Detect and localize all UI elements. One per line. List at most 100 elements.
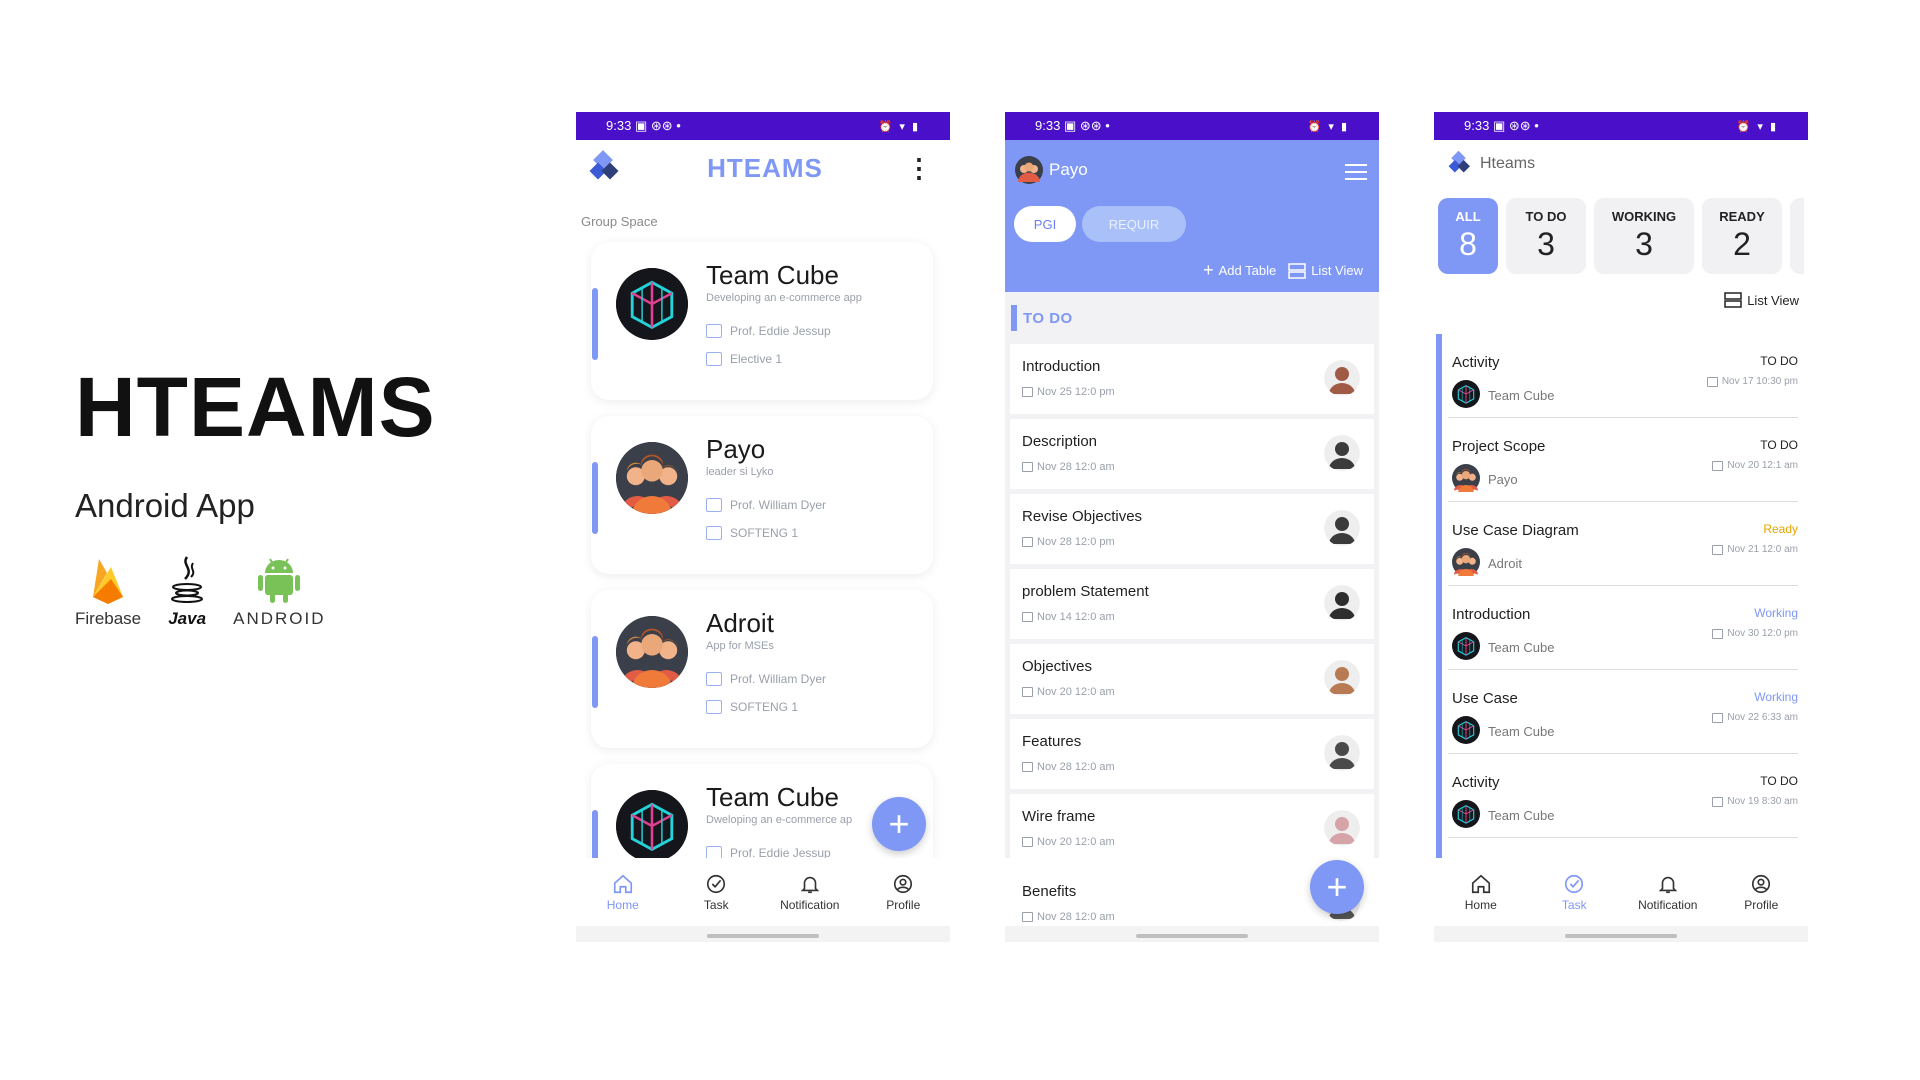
activity-group-name: Team Cube <box>1488 724 1555 739</box>
filter-tile-all[interactable]: ALL 8 <box>1438 198 1498 274</box>
filter-tile-todo[interactable]: TO DO 3 <box>1506 198 1586 274</box>
task-name: Revise Objectives <box>1022 508 1143 525</box>
filter-tile-working[interactable]: WORKING 3 <box>1594 198 1694 274</box>
status-badge: TO DO <box>1760 438 1798 452</box>
hteams-logo-icon[interactable] <box>1446 150 1474 178</box>
group-card[interactable]: Adroit App for MSEs Prof. William Dyer SOFT… <box>591 590 933 748</box>
tile-count: 8 <box>1459 226 1477 262</box>
home-indicator[interactable] <box>1565 934 1677 938</box>
group-name: Adroit <box>706 608 774 638</box>
board-column: TO DO Introduction Nov 25 12:0 pm Descript… <box>1005 292 1379 939</box>
task-date: Nov 20 12:0 am <box>1022 686 1115 698</box>
home-icon <box>613 874 632 893</box>
activity-date: Nov 19 8:30 am <box>1712 796 1798 807</box>
table-chip-pgi[interactable]: PGI <box>1014 206 1076 242</box>
group-card[interactable]: Payo leader si Lyko Prof. William Dyer SOFT… <box>591 416 933 574</box>
activity-row[interactable]: Activity Team Cube TO DO Nov 19 8:30 am <box>1448 754 1798 838</box>
activity-row[interactable]: Front end DevelopmentWorking <box>1448 838 1798 858</box>
status-bar: 9:33 ▣ ⊛⊛ • ⏰ ▾ ▮ <box>576 112 950 140</box>
group-card[interactable]: Team Cube Developing an e-commerce app Pro… <box>591 242 933 400</box>
nav-home[interactable]: Home <box>1441 873 1521 912</box>
nav-profile[interactable]: Profile <box>1721 873 1801 912</box>
task-card[interactable]: Description Nov 28 12:0 am <box>1010 419 1374 489</box>
board-header: Payo PGI REQUIR + Add Table List View <box>1005 140 1379 292</box>
hteams-logo-icon[interactable] <box>586 149 624 187</box>
group-avatar <box>616 790 688 862</box>
activity-group: Team Cube <box>1452 716 1554 747</box>
nav-task-label: Task <box>1561 897 1587 912</box>
group-name: Team Cube <box>706 782 839 812</box>
calendar-icon <box>1022 612 1033 622</box>
activity-row[interactable]: Activity Team Cube TO DO Nov 17 10:30 pm <box>1448 334 1798 418</box>
more-options-icon[interactable]: ⋮ <box>906 155 932 181</box>
assignee-avatar <box>1324 660 1360 696</box>
task-card[interactable]: Introduction Nov 25 12:0 pm <box>1010 344 1374 414</box>
nav-task-label: Task <box>703 897 729 912</box>
professor-row: Prof. William Dyer <box>706 672 826 686</box>
add-task-button[interactable]: + <box>1310 860 1364 914</box>
filter-tile-next[interactable] <box>1790 198 1804 274</box>
activity-date-text: Nov 30 12:0 pm <box>1727 628 1798 639</box>
professor-name: Prof. William Dyer <box>730 498 827 512</box>
task-card[interactable]: Features Nov 28 12:0 am <box>1010 719 1374 789</box>
bell-icon <box>800 876 820 893</box>
table-chip-requir[interactable]: REQUIR <box>1082 206 1186 242</box>
calendar-icon <box>1022 762 1033 772</box>
task-card[interactable]: Revise Objectives Nov 28 12:0 pm <box>1010 494 1374 564</box>
group-avatar <box>1452 800 1480 831</box>
profile-icon <box>894 874 913 893</box>
app-platform-label: Android App <box>75 487 255 524</box>
canvas: HTEAMS Android App Firebase Java ANDROID… <box>0 0 1920 1080</box>
activity-group: Team Cube <box>1452 632 1554 663</box>
activity-row[interactable]: Use Case Diagram Adroit Ready Nov 21 12:0 a… <box>1448 502 1798 586</box>
task-card[interactable]: Wire frame Nov 20 12:0 am <box>1010 794 1374 864</box>
task-card[interactable]: problem Statement Nov 14 12:0 am <box>1010 569 1374 639</box>
list-view-button[interactable]: List View <box>1288 260 1363 281</box>
activity-list: Activity Team Cube TO DO Nov 17 10:30 pm Pro… <box>1436 334 1798 858</box>
calendar-icon <box>1022 462 1033 472</box>
task-name: Objectives <box>1022 658 1093 675</box>
task-check-icon <box>707 874 726 893</box>
team-avatar-icon <box>616 616 688 688</box>
activity-row[interactable]: Use Case Team Cube Working Nov 22 6:33 am <box>1448 670 1798 754</box>
app-header: HTEAMS ⋮ <box>576 140 950 196</box>
nav-profile-label: Profile <box>886 897 921 912</box>
task-check-icon <box>1565 874 1584 893</box>
nav-home[interactable]: Home <box>583 873 663 912</box>
group-avatar-icon <box>1015 156 1043 184</box>
activity-date: Nov 21 12:0 am <box>1712 544 1798 555</box>
group-description: Dweloping an e-commerce ap <box>706 814 853 826</box>
team-avatar-icon <box>1452 464 1480 492</box>
task-card[interactable]: Objectives Nov 20 12:0 am <box>1010 644 1374 714</box>
list-view-button[interactable]: List View <box>1724 292 1799 308</box>
nav-notification[interactable]: Notification <box>1628 873 1708 912</box>
nav-notification[interactable]: Notification <box>770 873 850 912</box>
status-badge: TO DO <box>1760 354 1798 368</box>
android-label: ANDROID <box>233 609 326 628</box>
activity-row[interactable]: Project Scope Payo TO DO Nov 20 12:1 am <box>1448 418 1798 502</box>
firebase-label: Firebase <box>75 609 142 628</box>
activity-row[interactable]: Introduction Team Cube Working Nov 30 12:0 … <box>1448 586 1798 670</box>
filter-tile-ready[interactable]: READY 2 <box>1702 198 1782 274</box>
home-indicator[interactable] <box>707 934 819 938</box>
menu-icon[interactable] <box>1345 164 1367 185</box>
add-group-button[interactable]: + <box>872 797 926 851</box>
home-indicator[interactable] <box>1136 934 1248 938</box>
activity-group-name: Payo <box>1488 472 1518 487</box>
subject-row: SOFTENG 1 <box>706 700 798 714</box>
tile-label: WORKING <box>1611 209 1677 224</box>
task-name: Benefits <box>1022 883 1077 900</box>
nav-task[interactable]: Task <box>1534 873 1614 912</box>
activity-name: Project Scope <box>1452 438 1546 455</box>
cube-avatar-icon <box>1452 716 1480 744</box>
nav-profile[interactable]: Profile <box>863 873 943 912</box>
group-description: App for MSEs <box>706 640 774 652</box>
card-accent <box>592 288 598 360</box>
add-table-button[interactable]: + Add Table <box>1203 260 1276 281</box>
add-table-label: Add Table <box>1218 263 1277 278</box>
activity-name: Use Case <box>1452 690 1518 707</box>
nav-task[interactable]: Task <box>676 873 756 912</box>
group-selector[interactable]: Payo <box>1015 156 1088 184</box>
profile-icon <box>1752 874 1771 893</box>
professor-row: Prof. William Dyer <box>706 498 826 512</box>
